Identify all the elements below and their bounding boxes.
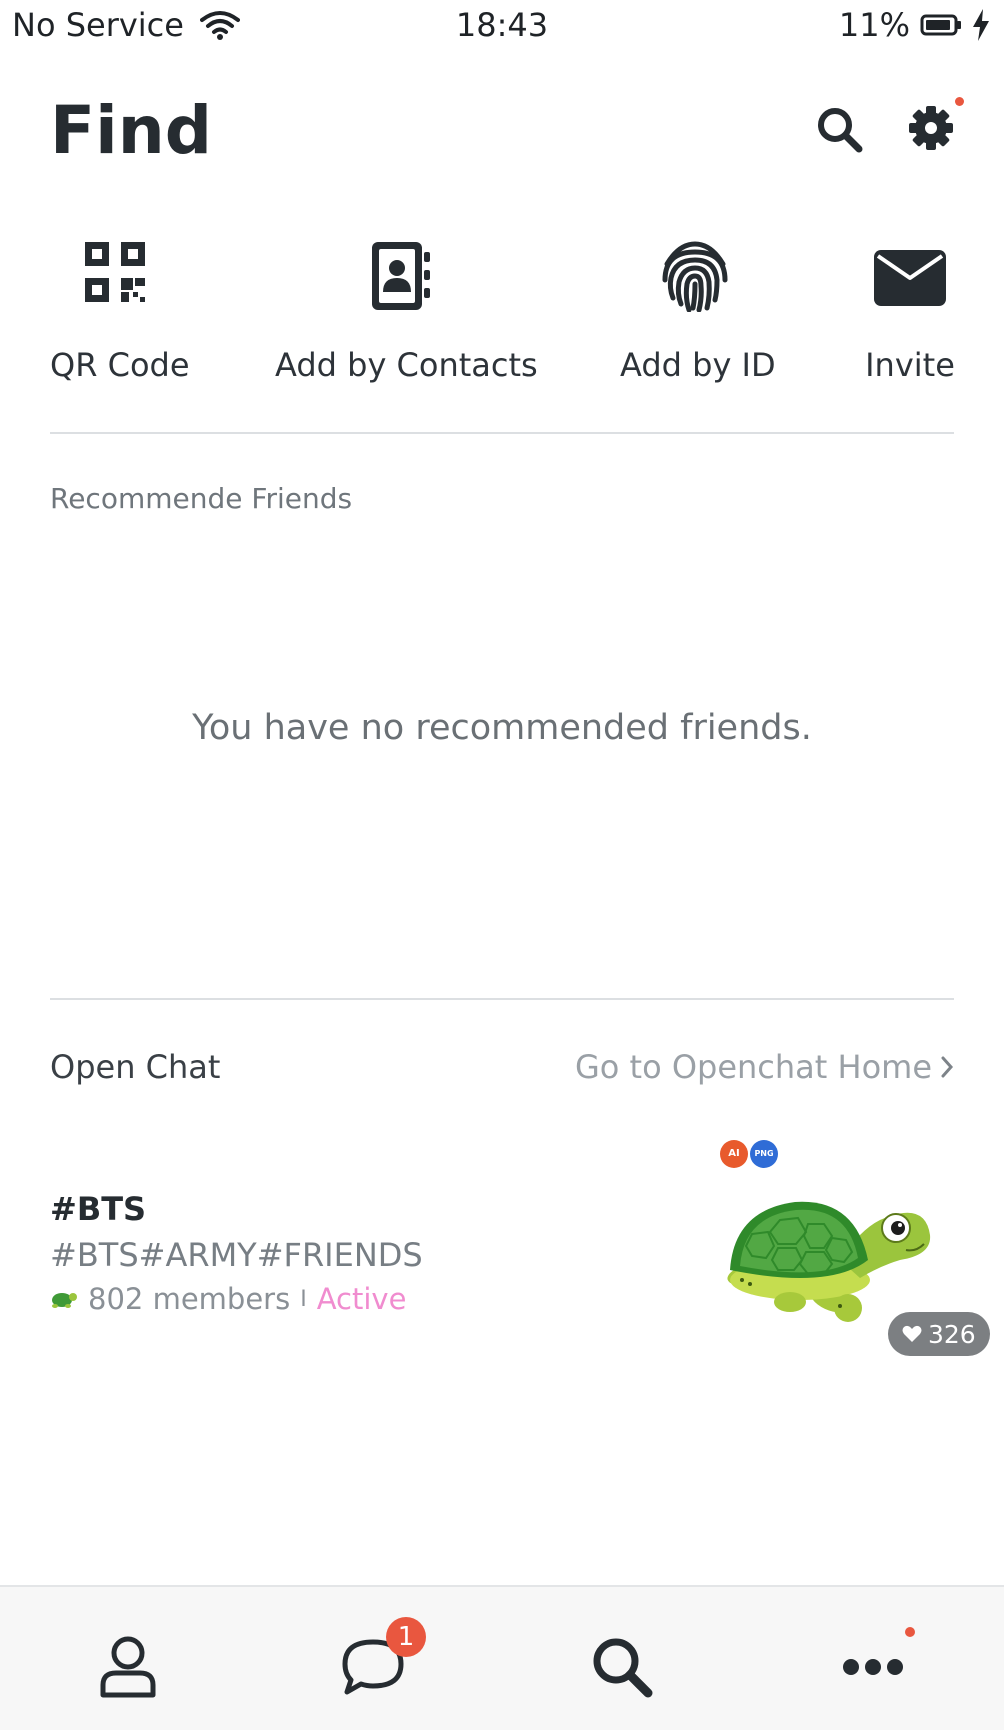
invite-button[interactable]: Invite [860,240,960,384]
go-to-openchat-home-link[interactable]: Go to Openchat Home [575,1048,954,1086]
open-chat-title: Open Chat [50,1048,221,1086]
turtle-image [727,1201,931,1322]
chat-status: Active [316,1282,407,1316]
chat-tags: #BTS#ARMY#FRIENDS [50,1236,423,1274]
chevron-right-icon [941,1056,954,1078]
search-icon[interactable] [815,105,865,155]
member-count: 802 members [88,1282,291,1316]
chat-thumbnail: AI PNG 326 [720,1140,990,1370]
add-by-contacts-button[interactable]: Add by Contacts [275,240,538,384]
add-by-id-button[interactable]: Add by ID [620,240,776,384]
qr-code-label: QR Code [50,346,190,384]
empty-recommendations-message: You have no recommended friends. [192,708,812,748]
meta-separator: I [300,1286,307,1312]
envelope-icon [874,250,946,306]
find-actions: QR Code Add by Contacts Add by ID Invite [0,240,1004,400]
ai-badge: AI [720,1140,748,1168]
likes-badge: 326 [888,1312,990,1356]
invite-label: Invite [865,346,955,384]
address-book-icon [372,242,430,310]
recommended-friends-label: Recommende Friends [50,482,353,515]
charging-icon [973,9,989,41]
tab-find[interactable] [582,1627,662,1707]
likes-count: 326 [928,1319,976,1349]
divider [50,998,954,1000]
qr-code-icon [85,242,145,302]
bottom-tab-bar: 1 [0,1585,1004,1730]
tab-more[interactable] [833,1627,913,1707]
chat-name: #BTS [50,1190,147,1228]
battery-percent: 11% [838,6,910,44]
qr-code-button[interactable]: QR Code [50,240,190,384]
battery-icon [920,14,961,36]
status-bar: No Service 18:43 11% [0,0,1004,50]
divider [50,432,954,434]
fingerprint-icon [662,241,728,312]
person-icon [100,1636,156,1698]
settings-notification-dot [955,97,964,106]
turtle-icon [52,1293,77,1308]
tab-friends[interactable] [88,1627,168,1707]
openchat-home-label: Go to Openchat Home [574,1048,932,1086]
search-icon [593,1638,653,1698]
gear-icon[interactable] [908,105,958,155]
add-by-id-label: Add by ID [620,346,776,384]
heart-icon [902,1325,922,1342]
more-notification-dot [905,1627,915,1637]
open-chat-item[interactable]: #BTS #BTS#ARMY#FRIENDS 802 members I Act… [50,1140,990,1370]
add-by-contacts-label: Add by Contacts [275,346,538,384]
more-icon [843,1659,903,1675]
chat-unread-badge: 1 [386,1617,426,1657]
page-title: Find [50,92,212,169]
chat-meta: 802 members I Active [50,1282,406,1316]
png-badge: PNG [750,1140,778,1168]
